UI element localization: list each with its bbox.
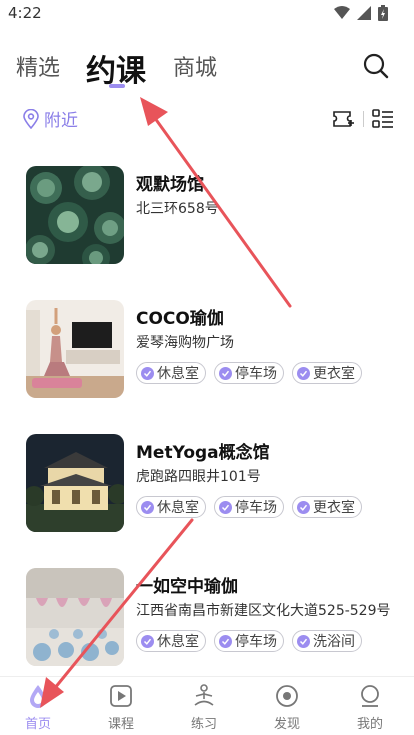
amenity-tags: 休息室 停车场 更衣室 <box>136 362 362 384</box>
list-view-icon[interactable] <box>372 108 394 130</box>
search-icon[interactable] <box>362 52 390 80</box>
check-icon <box>297 366 310 380</box>
filter-icons <box>331 108 394 130</box>
nav-profile[interactable]: 我的 <box>335 683 405 732</box>
nav-label-profile: 我的 <box>356 717 383 732</box>
location-pin-icon <box>23 108 39 129</box>
check-icon <box>219 366 232 380</box>
check-icon <box>141 500 154 514</box>
signal-icon <box>357 6 371 20</box>
venue-card[interactable]: MetYoga概念馆 虎跑路四眼井101号 休息室 停车场 更衣室 <box>26 434 396 534</box>
nav-practice[interactable]: 练习 <box>169 683 239 732</box>
check-icon <box>297 634 310 648</box>
drop-icon <box>30 685 46 708</box>
active-tab-indicator <box>109 84 125 88</box>
amenity-tag: 更衣室 <box>292 496 362 518</box>
venue-address: 爱琴海购物广场 <box>136 335 234 351</box>
amenity-tag: 休息室 <box>136 630 206 652</box>
amenity-tag: 停车场 <box>214 362 284 384</box>
bottom-nav: 首页 课程 练习 发现 我的 <box>0 676 414 735</box>
nav-discover[interactable]: 发现 <box>252 683 322 732</box>
status-time: 4:22 <box>8 4 42 22</box>
venue-address: 虎跑路四眼井101号 <box>136 469 261 485</box>
status-icons <box>334 5 388 21</box>
check-icon <box>297 500 310 514</box>
amenity-tags: 休息室 停车场 洗浴间 <box>136 630 362 652</box>
yoga-pose-icon <box>194 684 214 706</box>
filter-divider <box>363 111 364 127</box>
nav-courses[interactable]: 课程 <box>86 683 156 732</box>
venue-name: MetYoga概念馆 <box>136 443 270 463</box>
battery-icon <box>378 5 388 21</box>
nav-label-discover: 发现 <box>273 717 300 732</box>
nav-label-practice: 练习 <box>190 717 217 732</box>
venue-name: 一如空中瑜伽 <box>136 577 238 597</box>
tab-featured[interactable]: 精选 <box>16 50 60 82</box>
discover-icon <box>276 685 298 707</box>
venue-card[interactable]: COCO瑜伽 爱琴海购物广场 休息室 停车场 更衣室 <box>26 300 396 400</box>
tab-shop[interactable]: 商城 <box>173 50 217 82</box>
nav-label-home: 首页 <box>24 717 51 732</box>
venue-name: 观默场馆 <box>136 175 204 195</box>
amenity-tags: 休息室 停车场 更衣室 <box>136 496 362 518</box>
location-label: 附近 <box>44 111 78 131</box>
nav-home[interactable]: 首页 <box>3 683 73 732</box>
nav-label-courses: 课程 <box>107 717 134 732</box>
check-icon <box>219 634 232 648</box>
amenity-tag: 洗浴间 <box>292 630 362 652</box>
venue-address: 江西省南昌市新建区文化大道525-529号 <box>136 603 391 619</box>
venue-card[interactable]: 观默场馆 北三环658号 <box>26 166 396 266</box>
amenity-tag: 更衣室 <box>292 362 362 384</box>
venue-thumbnail <box>26 166 124 264</box>
check-icon <box>141 634 154 648</box>
check-icon <box>219 500 232 514</box>
venue-thumbnail <box>26 300 124 398</box>
filter-row: 附近 <box>0 106 414 136</box>
location-filter[interactable]: 附近 <box>22 106 78 131</box>
venue-thumbnail <box>26 434 124 532</box>
venue-thumbnail <box>26 568 124 666</box>
play-icon <box>110 685 132 707</box>
amenity-tag: 停车场 <box>214 496 284 518</box>
venue-name: COCO瑜伽 <box>136 309 224 329</box>
check-icon <box>141 366 154 380</box>
amenity-tag: 休息室 <box>136 362 206 384</box>
profile-icon <box>361 685 379 707</box>
top-tabs: 精选 约课 商城 <box>0 44 414 94</box>
venue-address: 北三环658号 <box>136 201 219 217</box>
status-bar: 4:22 <box>0 0 414 28</box>
add-ticket-icon[interactable] <box>331 108 355 130</box>
amenity-tag: 休息室 <box>136 496 206 518</box>
venue-card[interactable]: 一如空中瑜伽 江西省南昌市新建区文化大道525-529号 休息室 停车场 洗浴间 <box>26 568 396 668</box>
wifi-icon <box>334 6 350 19</box>
amenity-tag: 停车场 <box>214 630 284 652</box>
